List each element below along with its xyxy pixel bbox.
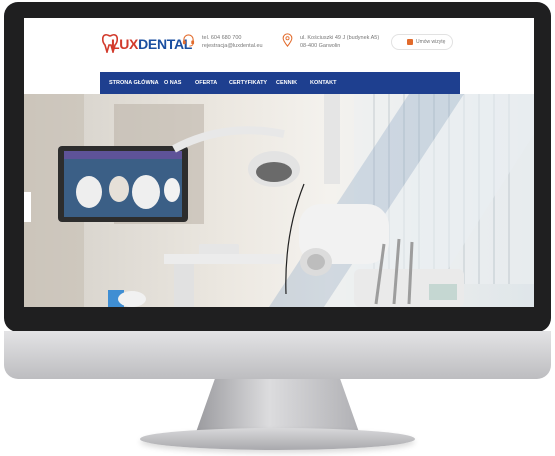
main-nav: STRONA GŁÓWNA O NAS OFERTA CERTYFIKATY C… xyxy=(100,72,460,94)
hero-slider[interactable] xyxy=(24,94,534,307)
logo-text: LUXDENTAL xyxy=(111,36,193,52)
monitor-chin xyxy=(4,331,551,379)
map-pin-icon xyxy=(282,33,293,47)
nav-item-offer[interactable]: OFERTA xyxy=(195,72,217,94)
nav-item-pricing[interactable]: CENNIK xyxy=(276,72,297,94)
nav-item-home[interactable]: STRONA GŁÓWNA xyxy=(109,72,159,94)
address-block: ul. Kościuszki 49 J (budynek A5) 08-400 … xyxy=(300,34,379,50)
phone-email-block: tel. 604 680 700 rejestracja@luxdental.e… xyxy=(202,34,263,50)
phone-text[interactable]: tel. 604 680 700 xyxy=(202,34,263,42)
address-line-1: ul. Kościuszki 49 J (budynek A5) xyxy=(300,35,380,41)
monitor-stand-base xyxy=(140,428,415,450)
hours-text: Umów wizytę xyxy=(416,39,446,45)
slider-prev-arrow[interactable] xyxy=(24,192,31,222)
nav-item-certificates[interactable]: CERTYFIKATY xyxy=(229,72,267,94)
nav-item-contact[interactable]: KONTAKT xyxy=(310,72,336,94)
dental-office-photo xyxy=(24,94,534,307)
headset-icon xyxy=(182,34,195,47)
email-text[interactable]: rejestracja@luxdental.eu xyxy=(202,42,263,50)
hours-box[interactable]: Umów wizytę xyxy=(391,34,453,50)
monitor-frame: LUXDENTAL tel. 604 680 700 rejestracja@l… xyxy=(4,2,551,332)
address-line-2: 08-400 Garwolin xyxy=(300,43,341,49)
nav-item-about[interactable]: O NAS xyxy=(164,72,181,94)
website-screen: LUXDENTAL tel. 604 680 700 rejestracja@l… xyxy=(24,18,534,307)
monitor-stand-neck xyxy=(195,379,360,435)
site-header: LUXDENTAL tel. 604 680 700 rejestracja@l… xyxy=(24,18,534,72)
calendar-icon xyxy=(407,39,413,45)
